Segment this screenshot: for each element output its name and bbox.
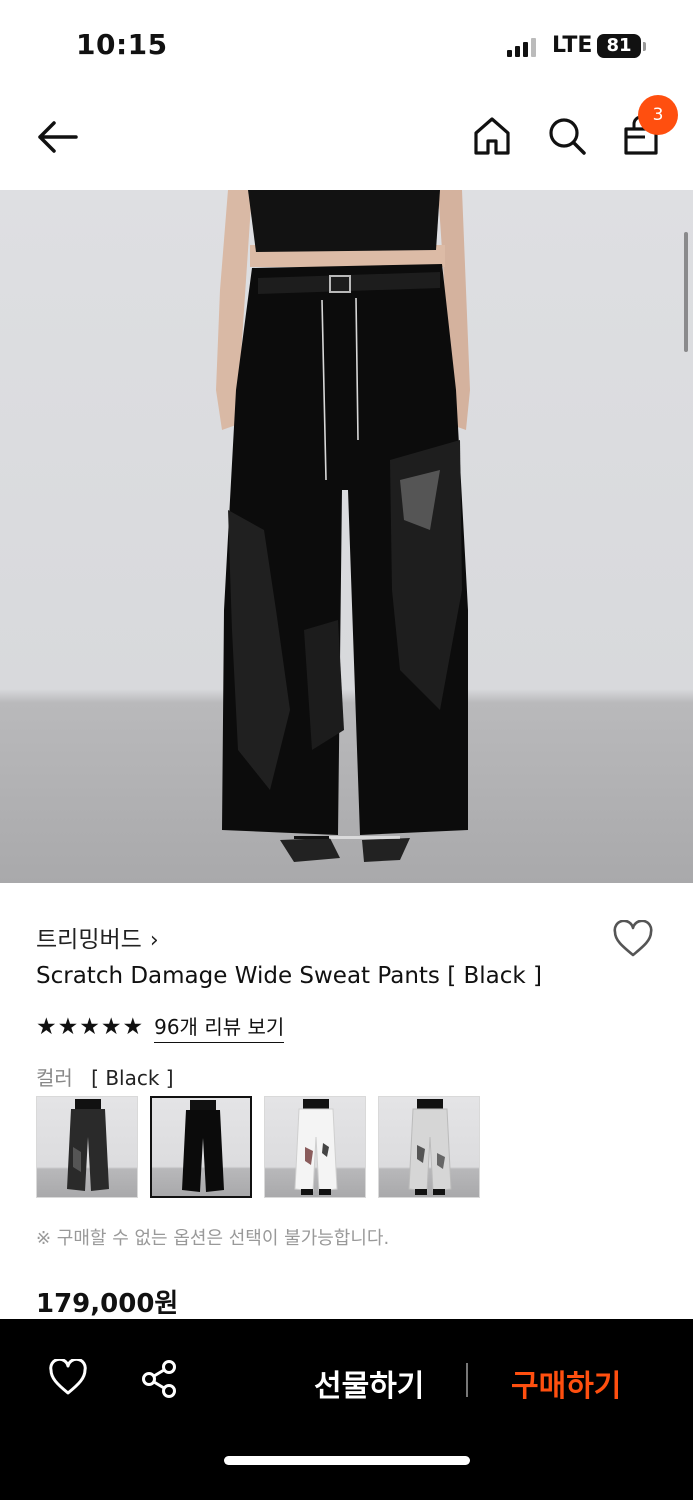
color-label: 컬러 (36, 1066, 73, 1090)
status-time: 10:15 (76, 28, 168, 61)
heart-icon[interactable] (48, 1359, 88, 1397)
action-divider (466, 1363, 468, 1397)
product-title: Scratch Damage Wide Sweat Pants [ Black … (36, 963, 542, 989)
swatch-image (294, 1099, 338, 1195)
bottom-action-bar: 선물하기 구매하기 (0, 1319, 693, 1500)
color-option-label-row: 컬러 [ Black ] (36, 1062, 174, 1091)
image-pager (294, 836, 400, 839)
color-swatch-charcoal[interactable] (36, 1096, 138, 1198)
home-indicator (224, 1456, 470, 1465)
app-header: 3 (0, 95, 693, 185)
option-notice: ※ 구매할 수 없는 옵션은 선택이 불가능합니다. (36, 1228, 390, 1249)
buy-button[interactable]: 구매하기 (511, 1361, 621, 1405)
arrow-left-icon[interactable] (34, 117, 80, 157)
color-value: [ Black ] (91, 1066, 174, 1090)
product-photo (216, 190, 470, 862)
search-icon[interactable] (546, 115, 588, 157)
chevron-right-icon: › (149, 928, 159, 953)
brand-name: 트리밍버드 (36, 927, 142, 953)
battery-cap (643, 42, 646, 51)
heart-icon[interactable] (612, 920, 654, 958)
cart-count-badge: 3 (638, 95, 678, 135)
swatch-image (182, 1100, 224, 1192)
share-icon[interactable] (140, 1359, 178, 1399)
rating-row: ★★★★★ 96개 리뷰 보기 (36, 1011, 285, 1043)
status-bar: 10:15 LTE 81 (0, 0, 693, 90)
product-image-carousel[interactable] (0, 190, 693, 883)
image-pager-progress (294, 836, 330, 839)
network-label: LTE (552, 33, 593, 58)
color-swatches (36, 1096, 480, 1198)
home-icon[interactable] (472, 115, 512, 157)
color-swatch-black[interactable] (150, 1096, 252, 1198)
product-price: 179,000원 (36, 1289, 179, 1319)
review-link[interactable]: 96개 리뷰 보기 (154, 1011, 285, 1043)
battery-indicator: 81 (597, 34, 641, 58)
vertical-scroll-indicator (684, 232, 688, 352)
brand-link[interactable]: 트리밍버드 › (36, 920, 159, 954)
color-swatch-white[interactable] (264, 1096, 366, 1198)
swatch-image (408, 1099, 452, 1195)
swatch-image (67, 1099, 109, 1191)
star-rating: ★★★★★ (36, 1014, 145, 1040)
color-swatch-light-grey[interactable] (378, 1096, 480, 1198)
gift-button[interactable]: 선물하기 (314, 1361, 424, 1405)
signal-icon (507, 38, 536, 57)
